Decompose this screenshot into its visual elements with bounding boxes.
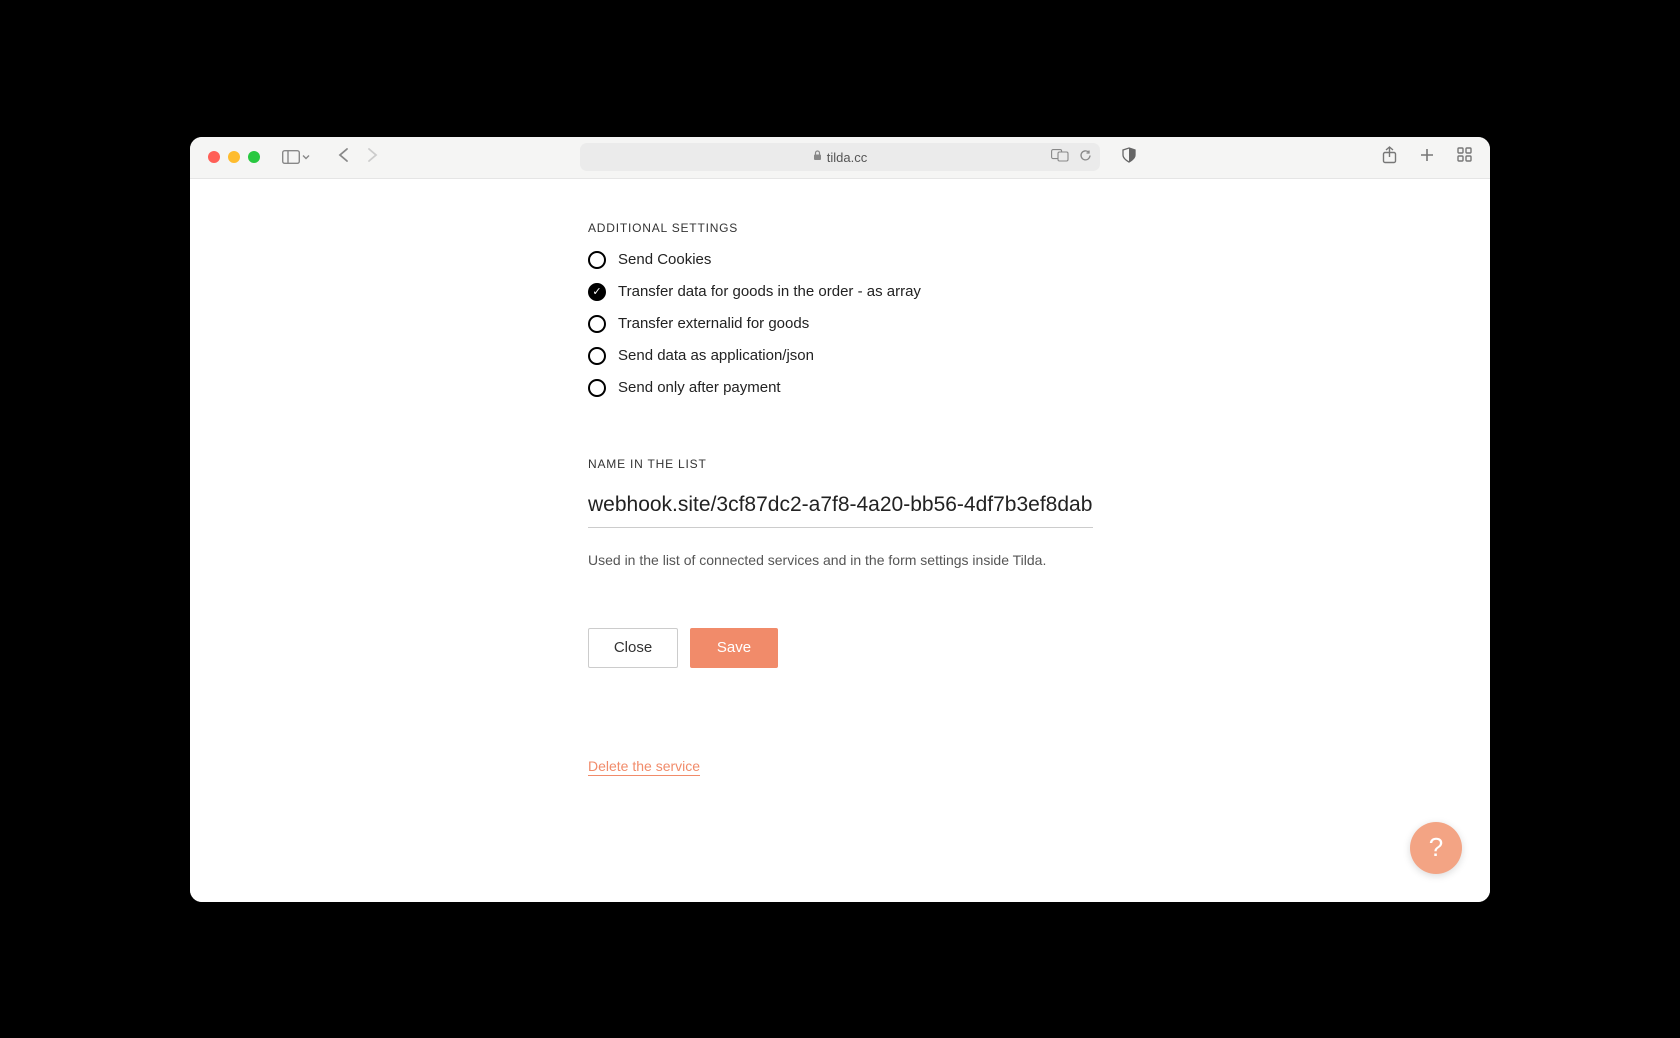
shield-icon[interactable] (1122, 147, 1136, 168)
close-button[interactable]: Close (588, 628, 678, 668)
forward-button[interactable] (367, 147, 378, 168)
form-panel: ADDITIONAL SETTINGS Send Cookies ✓ Transfe… (588, 179, 1093, 776)
delete-service-link[interactable]: Delete the service (588, 758, 700, 776)
sidebar-toggle-button[interactable] (282, 150, 310, 164)
toolbar-left (282, 147, 378, 168)
name-in-list-section: NAME IN THE LIST Used in the list of con… (588, 457, 1093, 568)
name-in-list-input[interactable] (588, 487, 1093, 528)
translate-icon[interactable] (1051, 149, 1069, 165)
checkbox-label: Send only after payment (618, 379, 781, 396)
checkbox-label: Send Cookies (618, 251, 711, 268)
address-bar[interactable]: tilda.cc (580, 143, 1100, 171)
additional-settings-label: ADDITIONAL SETTINGS (588, 221, 1093, 235)
lock-icon (813, 150, 822, 164)
save-button[interactable]: Save (690, 628, 778, 668)
checkbox-circle-icon: ✓ (588, 283, 606, 301)
checkbox-row-4[interactable]: Send only after payment (588, 379, 1093, 397)
page-content: ADDITIONAL SETTINGS Send Cookies ✓ Transfe… (190, 179, 1490, 902)
reload-icon[interactable] (1079, 149, 1092, 165)
checkbox-row-3[interactable]: Send data as application/json (588, 347, 1093, 365)
checkbox-label: Transfer data for goods in the order - a… (618, 283, 921, 300)
checkbox-circle-icon (588, 315, 606, 333)
url-text: tilda.cc (827, 150, 867, 165)
checkbox-circle-icon (588, 251, 606, 269)
nav-arrows (338, 147, 378, 168)
checkbox-row-2[interactable]: Transfer externalid for goods (588, 315, 1093, 333)
checkbox-circle-icon (588, 379, 606, 397)
maximize-window-button[interactable] (248, 151, 260, 163)
help-fab[interactable]: ? (1410, 822, 1462, 874)
share-icon[interactable] (1382, 146, 1397, 169)
minimize-window-button[interactable] (228, 151, 240, 163)
toolbar-right (1382, 146, 1472, 169)
name-in-list-label: NAME IN THE LIST (588, 457, 1093, 471)
new-tab-icon[interactable] (1419, 147, 1435, 168)
checkbox-label: Transfer externalid for goods (618, 315, 809, 332)
chevron-down-icon (302, 154, 310, 160)
tabs-overview-icon[interactable] (1457, 147, 1472, 167)
checkbox-label: Send data as application/json (618, 347, 814, 364)
close-window-button[interactable] (208, 151, 220, 163)
checkbox-row-0[interactable]: Send Cookies (588, 251, 1093, 269)
browser-window: tilda.cc (190, 137, 1490, 902)
name-in-list-help: Used in the list of connected services a… (588, 552, 1093, 568)
button-row: Close Save (588, 628, 1093, 668)
traffic-lights (208, 151, 260, 163)
back-button[interactable] (338, 147, 349, 168)
address-right-icons (1051, 149, 1092, 165)
titlebar: tilda.cc (190, 137, 1490, 179)
checkbox-row-1[interactable]: ✓ Transfer data for goods in the order - … (588, 283, 1093, 301)
checkbox-circle-icon (588, 347, 606, 365)
